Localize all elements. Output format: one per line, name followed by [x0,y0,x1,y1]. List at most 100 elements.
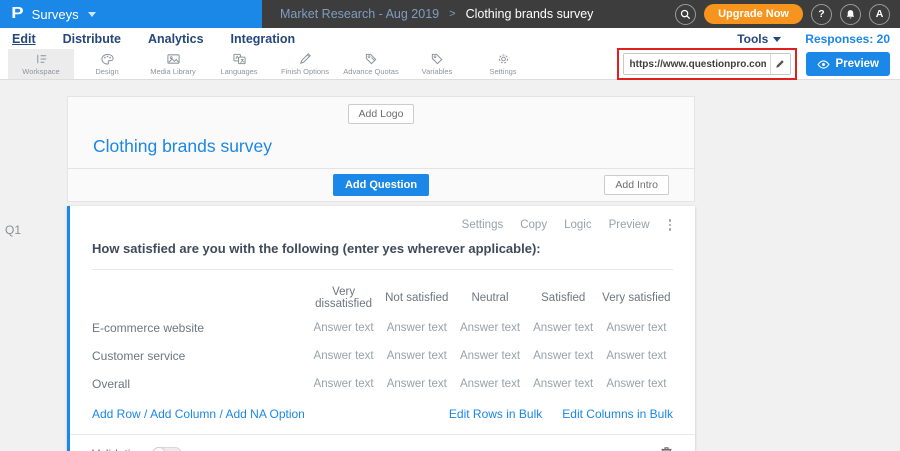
languages-icon [232,52,247,66]
product-switcher[interactable]: P Surveys [0,0,262,28]
question-copy-link[interactable]: Copy [520,219,547,231]
survey-url-input[interactable] [624,59,770,70]
upgrade-now-button[interactable]: Upgrade Now [704,4,803,24]
settings-icon [496,52,511,66]
notifications-button[interactable] [840,4,861,25]
question-text[interactable]: How satisfied are you with the following… [92,231,673,269]
account-avatar[interactable]: A [869,4,890,25]
url-highlight-box [617,48,797,80]
answer-cell[interactable]: Answer text [600,378,673,390]
answer-cell[interactable]: Answer text [527,322,600,334]
edit-rows-in-bulk-link[interactable]: Edit Rows in Bulk [449,407,542,421]
matrix-row: E-commerce website Answer text Answer te… [92,314,673,342]
nav-tabs: Edit Distribute Analytics Integration [10,32,295,46]
edit-columns-in-bulk-link[interactable]: Edit Columns in Bulk [562,407,673,421]
edit-toolbar: Workspace Design Media Library Languages… [0,49,900,80]
add-na-option-link[interactable]: Add NA Option [225,407,304,421]
row-label[interactable]: Customer service [92,349,307,363]
toolbar-item-settings[interactable]: Settings [470,49,536,79]
questionpro-logo-icon: P [11,6,23,22]
chevron-down-icon [773,37,781,42]
add-row-link[interactable]: Add Row [92,407,141,421]
eye-icon [817,60,830,69]
survey-editor-canvas: Q1 Add Logo Clothing brands survey Add Q… [0,80,900,451]
add-logo-button[interactable]: Add Logo [348,104,415,124]
answer-cell[interactable]: Answer text [600,350,673,362]
toolbar-item-languages[interactable]: Languages [206,49,272,79]
tab-edit[interactable]: Edit [12,32,36,46]
column-header[interactable]: Very satisfied [600,292,673,304]
preview-button[interactable]: Preview [806,52,890,76]
matrix-row: Customer service Answer text Answer text… [92,342,673,370]
add-column-link[interactable]: Add Column [150,407,216,421]
tab-integration[interactable]: Integration [231,32,296,46]
finish-options-icon [298,52,313,66]
question-number: Q1 [5,223,21,237]
toolbar-item-finish-options[interactable]: Finish Options [272,49,338,79]
question-logic-link[interactable]: Logic [564,219,592,231]
search-button[interactable] [675,4,696,25]
chevron-down-icon [88,12,96,17]
survey-title[interactable]: Clothing brands survey [93,136,669,157]
toolbar-item-advance-quotas[interactable]: Advance Quotas [338,49,404,79]
survey-header-card: Add Logo Clothing brands survey Add Ques… [67,96,695,202]
matrix-row: Overall Answer text Answer text Answer t… [92,370,673,398]
column-header[interactable]: Satisfied [527,292,600,304]
validation-toggle[interactable] [152,447,182,451]
answer-cell[interactable]: Answer text [307,350,380,362]
answer-cell[interactable]: Answer text [453,322,526,334]
answer-cell[interactable]: Answer text [380,322,453,334]
toolbar-item-workspace[interactable]: Workspace [8,49,74,79]
edit-url-button[interactable] [770,54,790,74]
more-options-icon[interactable] [667,219,674,231]
answer-cell[interactable]: Answer text [453,350,526,362]
add-intro-button[interactable]: Add Intro [604,175,669,195]
answer-cell[interactable]: Answer text [307,378,380,390]
delete-question-button[interactable] [660,446,673,451]
answer-cell[interactable]: Answer text [307,322,380,334]
answer-cell[interactable]: Answer text [380,378,453,390]
question-card: Settings Copy Logic Preview How satisfie… [67,206,695,451]
media-library-icon [166,52,181,66]
breadcrumb: Market Research - Aug 2019 > Clothing br… [262,0,675,28]
tab-analytics[interactable]: Analytics [148,32,204,46]
column-header[interactable]: Not satisfied [380,292,453,304]
topbar-actions: Upgrade Now ? A [675,0,900,28]
advance-quotas-icon [364,52,379,66]
responses-count[interactable]: Responses: 20 [805,32,890,46]
answer-cell[interactable]: Answer text [527,350,600,362]
add-question-button-top[interactable]: Add Question [333,174,429,196]
breadcrumb-current: Clothing brands survey [466,7,594,21]
column-header[interactable]: Very dissatisfied [307,286,380,310]
row-label[interactable]: Overall [92,377,307,391]
answer-cell[interactable]: Answer text [527,378,600,390]
breadcrumb-parent[interactable]: Market Research - Aug 2019 [280,7,439,21]
toolbar-item-media-library[interactable]: Media Library [140,49,206,79]
pencil-icon [775,59,785,69]
search-icon [680,9,691,20]
question-settings-link[interactable]: Settings [462,219,504,231]
design-icon [100,52,115,66]
answer-cell[interactable]: Answer text [453,378,526,390]
tools-menu[interactable]: Tools [737,32,781,46]
breadcrumb-separator: > [449,8,455,20]
matrix-header-row: Very dissatisfied Not satisfied Neutral … [92,270,673,314]
help-button[interactable]: ? [811,4,832,25]
matrix-table: Very dissatisfied Not satisfied Neutral … [92,270,673,398]
question-preview-link[interactable]: Preview [609,219,650,231]
bell-icon [845,9,856,20]
row-label[interactable]: E-commerce website [92,321,307,335]
section-nav: Edit Distribute Analytics Integration To… [0,28,900,49]
validation-label: Validation [92,447,144,451]
workspace-icon [34,52,49,66]
survey-url-field[interactable] [623,53,791,75]
answer-cell[interactable]: Answer text [600,322,673,334]
answer-cell[interactable]: Answer text [380,350,453,362]
tab-distribute[interactable]: Distribute [63,32,121,46]
product-name: Surveys [32,7,79,22]
column-header[interactable]: Neutral [453,292,526,304]
variables-icon [430,52,445,66]
toolbar-item-design[interactable]: Design [74,49,140,79]
trash-icon [660,446,673,451]
toolbar-item-variables[interactable]: Variables [404,49,470,79]
